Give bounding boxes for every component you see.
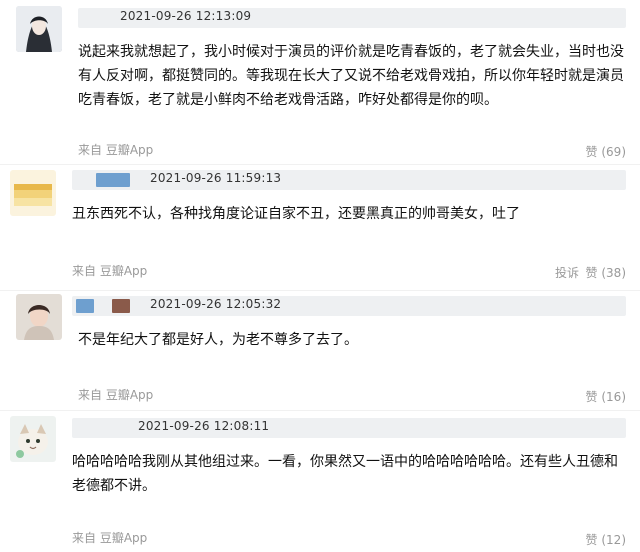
avatar[interactable] (16, 294, 62, 340)
like-button[interactable]: 赞 (69) (586, 143, 626, 160)
comment-item: 2021-09-26 12:13:09 说起来我就想起了，我小时候对于演员的评价… (0, 0, 640, 168)
comment-item: 2021-09-26 12:05:32 不是年纪大了都是好人，为老不尊多了去了。… (0, 292, 640, 410)
avatar[interactable] (10, 170, 56, 216)
divider (0, 164, 640, 165)
avatar-image (16, 6, 62, 52)
comment-text: 不是年纪大了都是好人，为老不尊多了去了。 (78, 332, 358, 348)
comment-text: 说起来我就想起了，我小时候对于演员的评价就是吃青春饭的，老了就会失业，当时也没有… (78, 44, 624, 108)
username-blurred[interactable] (96, 173, 130, 187)
comment-source: 来自 豆瓣App (78, 143, 154, 157)
comment-item: 2021-09-26 12:08:11 哈哈哈哈哈我刚从其他组过来。一看，你果然… (0, 412, 640, 552)
comment-source: 来自 豆瓣App (72, 264, 148, 278)
like-button[interactable]: 赞 (16) (586, 388, 626, 405)
like-button[interactable]: 赞 (12) (586, 531, 626, 548)
divider (0, 410, 640, 411)
comment-source: 来自 豆瓣App (72, 531, 148, 545)
comment-source: 来自 豆瓣App (78, 388, 154, 402)
comment-text: 哈哈哈哈哈我刚从其他组过来。一看，你果然又一语中的哈哈哈哈哈哈。还有些人丑德和老… (72, 454, 618, 494)
comment-meta-bar: 2021-09-26 12:05:32 (72, 296, 626, 316)
comment-meta-bar: 2021-09-26 11:59:13 (72, 170, 626, 190)
comment-timestamp: 2021-09-26 12:13:09 (120, 9, 252, 23)
like-button[interactable]: 赞 (38) (586, 264, 626, 281)
avatar-image (10, 170, 56, 216)
report-button[interactable]: 投诉 (555, 264, 579, 281)
avatar[interactable] (10, 416, 56, 462)
comment-meta-bar: 2021-09-26 12:13:09 (78, 8, 626, 28)
avatar-image (16, 294, 62, 340)
comment-meta-bar: 2021-09-26 12:08:11 (72, 418, 626, 438)
comment-text: 丑东西死不认，各种找角度论证自家不丑，还要黑真正的帅哥美女，吐了 (72, 206, 520, 222)
divider (0, 290, 640, 291)
comment-item: 2021-09-26 11:59:13 丑东西死不认，各种找角度论证自家不丑，还… (0, 166, 640, 290)
username-blurred[interactable] (112, 299, 130, 313)
avatar-image (10, 416, 56, 462)
avatar[interactable] (16, 6, 62, 52)
comment-timestamp: 2021-09-26 11:59:13 (150, 171, 282, 185)
username-blurred[interactable] (76, 299, 94, 313)
comment-timestamp: 2021-09-26 12:05:32 (150, 297, 282, 311)
comment-timestamp: 2021-09-26 12:08:11 (138, 419, 270, 433)
